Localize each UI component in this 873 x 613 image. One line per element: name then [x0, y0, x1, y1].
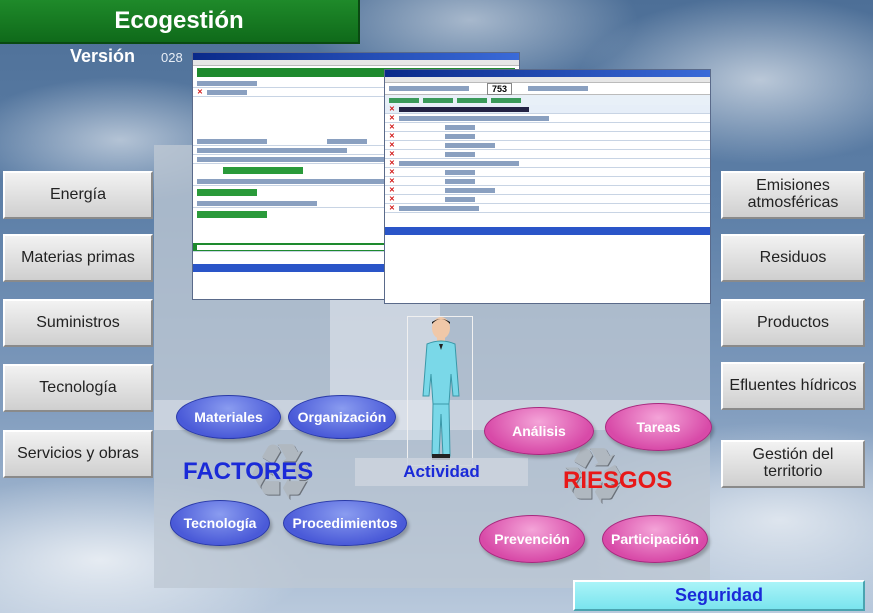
- seguridad-button[interactable]: Seguridad: [573, 580, 865, 611]
- analisis-oval[interactable]: Análisis: [484, 407, 594, 455]
- materias-primas-button[interactable]: Materias primas: [3, 234, 153, 282]
- worker-figure-icon: [422, 317, 460, 460]
- riesgos-label: RIESGOS: [563, 467, 673, 494]
- emisiones-button[interactable]: Emisiones atmosféricas: [721, 171, 865, 219]
- residuos-button[interactable]: Residuos: [721, 234, 865, 282]
- tareas-oval[interactable]: Tareas: [605, 403, 712, 451]
- actividad-label[interactable]: Actividad: [355, 458, 528, 486]
- organizacion-oval[interactable]: Organización: [288, 395, 396, 439]
- record-counter: 753: [487, 82, 513, 95]
- tecnologia-oval[interactable]: Tecnología: [170, 500, 270, 546]
- gestion-territorio-button[interactable]: Gestión del territorio: [721, 440, 865, 488]
- prevencion-oval[interactable]: Prevención: [479, 515, 585, 563]
- version-number: 028: [161, 50, 183, 65]
- procedimientos-oval[interactable]: Procedimientos: [283, 500, 407, 546]
- app-title: Ecogestión: [0, 0, 360, 44]
- factores-label: FACTORES: [183, 458, 314, 485]
- energia-button[interactable]: Energía: [3, 171, 153, 219]
- tecnologia-button[interactable]: Tecnología: [3, 364, 153, 412]
- suministros-button[interactable]: Suministros: [3, 299, 153, 347]
- efluentes-button[interactable]: Efluentes hídricos: [721, 362, 865, 410]
- materiales-oval[interactable]: Materiales: [176, 395, 281, 439]
- version-label: Versión: [70, 46, 136, 66]
- participacion-oval[interactable]: Participación: [602, 515, 708, 563]
- productos-button[interactable]: Productos: [721, 299, 865, 347]
- screenshot-accounts-window[interactable]: 753 ✕ ✕ ✕ ✕ ✕ ✕ ✕ ✕ ✕ ✕ ✕ ✕: [384, 69, 711, 304]
- servicios-obras-button[interactable]: Servicios y obras: [3, 430, 153, 478]
